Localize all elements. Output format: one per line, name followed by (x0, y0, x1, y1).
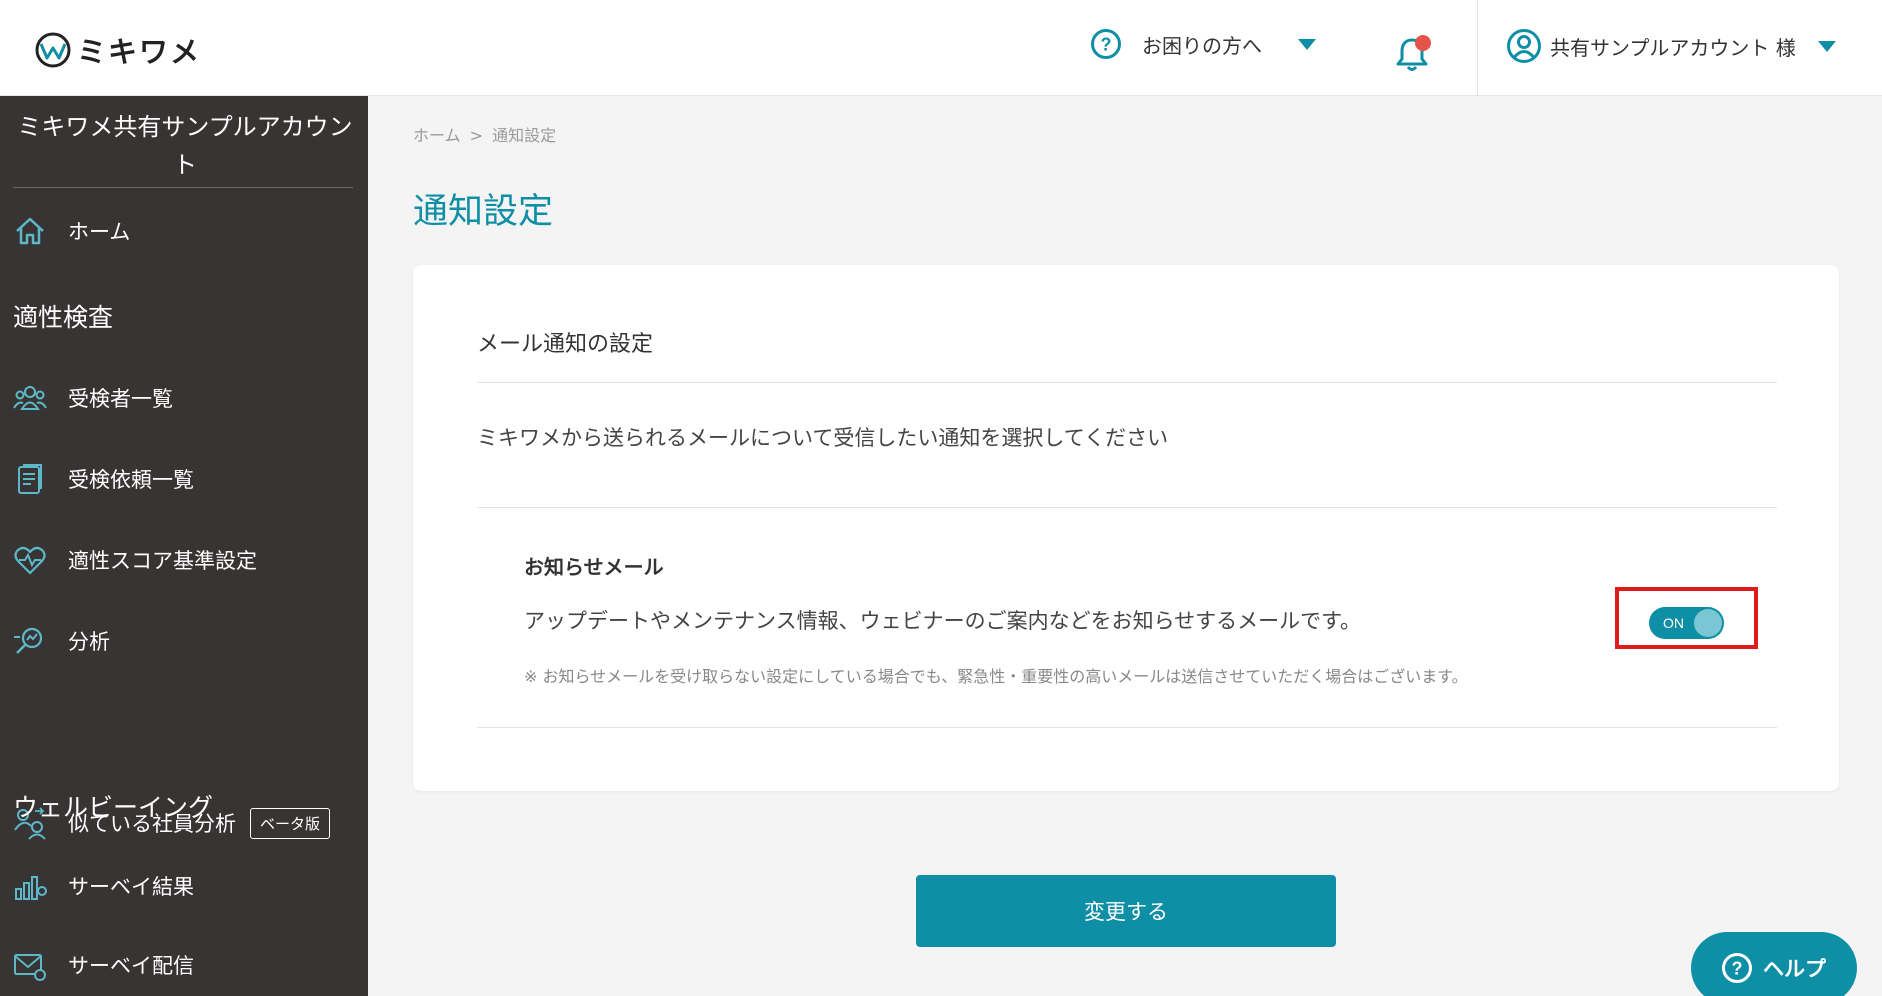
top-header: ミキワメ ? お困りの方へ 共有サンプルアカウント 様 (0, 0, 1882, 96)
save-changes-button[interactable]: 変更する (916, 875, 1336, 947)
header-divider (1477, 0, 1478, 96)
section-title: メール通知の設定 (477, 332, 654, 357)
logo-text: ミキワメ (77, 35, 202, 69)
section-description: ミキワメから送られるメールについて受信したい通知を選択してください (477, 426, 1169, 450)
breadcrumb: ホーム > 通知設定 (413, 122, 556, 146)
organization-name: ミキワメ共有サンプルアカウント (17, 113, 353, 179)
sidebar-item-label: サーベイ結果 (68, 875, 194, 899)
sidebar-item-label: 受検者一覧 (68, 387, 173, 411)
user-avatar-icon (1507, 29, 1541, 63)
newsletter-toggle[interactable]: ON (1649, 607, 1724, 639)
sidebar-item-label: 受検依頼一覧 (68, 468, 194, 492)
sidebar-item-home[interactable]: ホーム (13, 214, 130, 248)
sidebar-item-label: ホーム (68, 220, 131, 244)
sidebar-item-score-criteria[interactable]: 適性スコア基準設定 (13, 543, 257, 577)
heart-pulse-icon (14, 546, 46, 575)
beta-badge: ベータ版 (250, 807, 331, 839)
app-logo[interactable]: ミキワメ (33, 29, 201, 71)
sidebar-section-wellbeing: ウェルビーイング (13, 793, 214, 822)
sidebar-item-label: 分析 (68, 630, 110, 654)
document-icon (18, 464, 42, 494)
option-note: ※ お知らせメールを受け取らない設定にしている場合でも、緊急性・重要性の高いメー… (524, 667, 1468, 686)
sidebar-item-analysis[interactable]: 分析 (13, 624, 110, 658)
breadcrumb-current: 通知設定 (492, 126, 557, 145)
notification-bell-button[interactable] (1392, 34, 1432, 74)
notification-settings-card: メール通知の設定 ミキワメから送られるメールについて受信したい通知を選択してくだ… (413, 265, 1839, 791)
users-icon (13, 386, 47, 410)
chevron-down-icon (1298, 38, 1316, 50)
magnifier-chart-icon (14, 627, 43, 654)
page-title: 通知設定 (413, 192, 554, 232)
sidebar-item-survey-results[interactable]: サーベイ結果 (13, 869, 194, 903)
question-circle-icon: ? (1091, 29, 1121, 59)
survey-chart-icon (15, 876, 47, 900)
chevron-down-icon (1817, 40, 1836, 52)
help-button-label: ヘルプ (1763, 957, 1826, 981)
home-icon (16, 217, 44, 245)
section-divider (477, 727, 1777, 728)
mail-icon (14, 954, 46, 981)
svg-text:?: ? (1732, 959, 1743, 979)
account-name: 共有サンプルアカウント 様 (1550, 35, 1796, 60)
breadcrumb-home-link[interactable]: ホーム (413, 126, 461, 145)
help-menu-dropdown[interactable]: ? お困りの方へ (1090, 28, 1316, 60)
logo-mark-icon (35, 32, 71, 68)
sidebar-divider (13, 187, 353, 188)
help-menu-label: お困りの方へ (1142, 33, 1262, 58)
section-divider (477, 382, 1777, 383)
option-title: お知らせメール (524, 555, 664, 579)
breadcrumb-separator: > (469, 126, 484, 145)
sidebar-section-aptitude: 適性検査 (13, 303, 114, 332)
toggle-label: ON (1663, 615, 1684, 631)
sidebar-item-label: 適性スコア基準設定 (68, 549, 257, 573)
help-button[interactable]: ? ヘルプ (1691, 932, 1857, 996)
sidebar-item-label: サーベイ配信 (68, 954, 194, 978)
sidebar-item-examinees[interactable]: 受検者一覧 (13, 381, 173, 415)
sidebar: ミキワメ共有サンプルアカウント ホーム 適性検査 受検者一覧 受検依頼一覧 適性… (0, 96, 368, 996)
toggle-knob (1694, 609, 1722, 637)
question-circle-icon: ? (1722, 953, 1752, 983)
sidebar-item-survey-delivery[interactable]: サーベイ配信 (13, 948, 194, 982)
svg-text:?: ? (1101, 35, 1112, 55)
section-divider (477, 507, 1777, 508)
account-menu-dropdown[interactable]: 共有サンプルアカウント 様 (1506, 28, 1836, 64)
option-description: アップデートやメンテナンス情報、ウェビナーのご案内などをお知らせするメールです。 (524, 609, 1362, 633)
sidebar-item-exam-requests[interactable]: 受検依頼一覧 (13, 462, 194, 496)
notification-dot (1415, 35, 1431, 51)
